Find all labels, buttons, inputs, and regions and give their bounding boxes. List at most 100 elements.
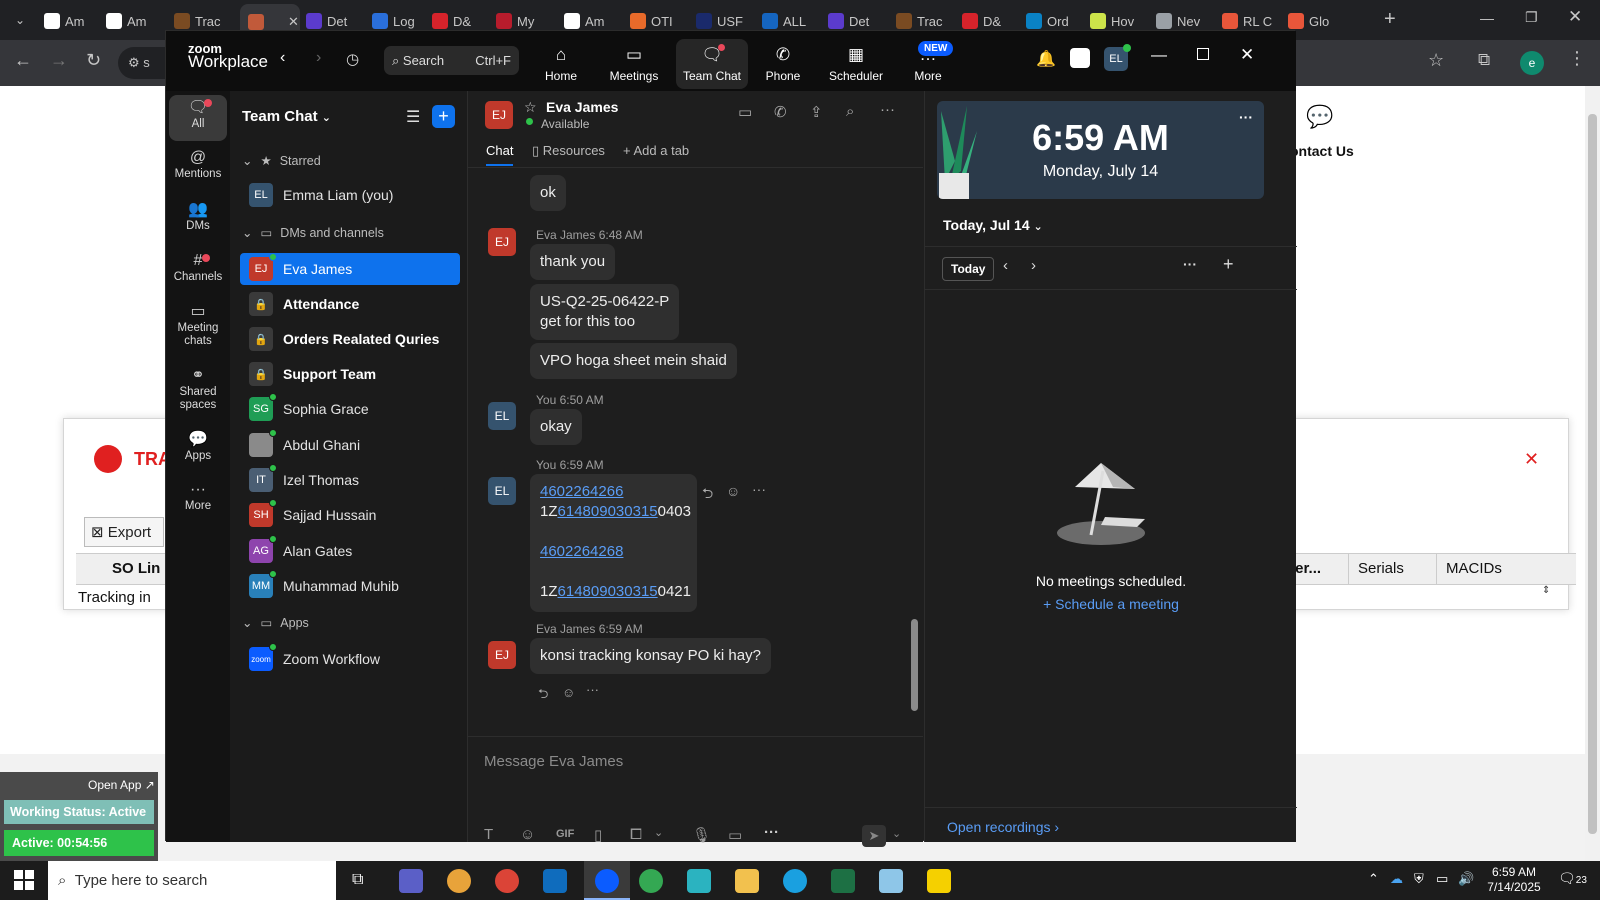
- today-button[interactable]: Today: [942, 257, 995, 281]
- sidebar-item-sophia-grace[interactable]: SG Sophia Grace: [240, 393, 460, 425]
- volume-icon[interactable]: 🔊: [1458, 871, 1474, 887]
- sticky-notes-icon[interactable]: [927, 869, 951, 893]
- search-box[interactable]: ⌕ Search Ctrl+F: [384, 46, 519, 75]
- rail-shared-spaces[interactable]: ⚭ Shared spaces: [166, 368, 230, 412]
- zoom-taskbar-item[interactable]: [584, 861, 630, 900]
- sidebar-item-abdul-ghani[interactable]: Abdul Ghani: [240, 429, 460, 461]
- message-bubble[interactable]: konsi tracking konsay PO ki hay?: [530, 638, 771, 674]
- sidebar-item-zoom-workflow[interactable]: zoom Zoom Workflow: [240, 643, 460, 675]
- rail-dms[interactable]: 👥 DMs: [166, 202, 230, 233]
- section-starred[interactable]: ⌄ ★ Starred: [242, 153, 321, 169]
- task-view-icon[interactable]: ⧉: [352, 871, 363, 889]
- close-icon[interactable]: ✕: [1240, 45, 1254, 65]
- new-chat-button[interactable]: +: [432, 105, 455, 128]
- file-icon[interactable]: ▯: [594, 826, 602, 844]
- security-icon[interactable]: ⛨: [1414, 871, 1424, 887]
- tab-search-icon[interactable]: ⌄: [10, 10, 30, 30]
- chrome-icon[interactable]: [447, 869, 471, 893]
- more-options-icon[interactable]: ···: [764, 824, 779, 841]
- gift-icon[interactable]: [1070, 48, 1090, 68]
- rail-meeting-chats[interactable]: ▭ Meeting chats: [166, 304, 230, 348]
- sidebar-item-sajjad-hussain[interactable]: SH Sajjad Hussain: [240, 499, 460, 531]
- chrome-profile-icon[interactable]: [495, 869, 519, 893]
- message-bubble[interactable]: 4602264266 1Z6148090303150403 4602264268…: [530, 474, 697, 612]
- extensions-icon[interactable]: ⧉: [1478, 50, 1490, 70]
- rail-all[interactable]: 🗨 All: [169, 95, 227, 141]
- message-bubble[interactable]: thank you: [530, 244, 616, 280]
- sidebar-item-eva-james[interactable]: EJ Eva James: [240, 253, 460, 285]
- contact-name[interactable]: Eva James: [546, 99, 618, 115]
- taskbar-clock[interactable]: 6:59 AM 7/14/2025: [1482, 865, 1546, 895]
- emoji-react-icon[interactable]: ☺: [726, 483, 740, 499]
- site-info-icon[interactable]: ⚙: [128, 55, 140, 70]
- maximize-icon[interactable]: [1197, 48, 1209, 60]
- rail-channels[interactable]: # Channels: [166, 253, 230, 284]
- browser-menu-icon[interactable]: ⋮: [1568, 48, 1586, 69]
- reply-icon[interactable]: ⮌: [702, 483, 713, 507]
- profile-avatar[interactable]: e: [1520, 51, 1544, 75]
- reply-icon[interactable]: ⮌: [538, 685, 548, 707]
- contact-avatar[interactable]: EJ: [485, 101, 513, 129]
- nav-scheduler[interactable]: ▦ Scheduler: [820, 45, 892, 83]
- tray-chevron-icon[interactable]: ⌃: [1368, 871, 1379, 887]
- dialog-close-icon[interactable]: ✕: [1524, 449, 1539, 470]
- po-link[interactable]: 4602264268: [540, 543, 623, 560]
- sidebar-item-orders[interactable]: 🔒 Orders Realated Quries: [240, 323, 460, 355]
- share-screen-icon[interactable]: ⇪: [810, 103, 823, 121]
- sender-avatar[interactable]: EL: [488, 477, 516, 505]
- bell-icon[interactable]: 🔔: [1036, 49, 1056, 69]
- network-icon[interactable]: ▭: [1436, 871, 1448, 887]
- gif-icon[interactable]: GIF: [556, 828, 574, 840]
- screenshot-icon[interactable]: ⧠: [630, 826, 642, 843]
- sidebar-item-support-team[interactable]: 🔒 Support Team: [240, 358, 460, 390]
- filter-icon[interactable]: ☰: [406, 107, 420, 127]
- back-arrow-icon[interactable]: ‹: [280, 49, 285, 67]
- tab-chat[interactable]: Chat: [486, 143, 514, 166]
- notifications-icon[interactable]: 🗨23: [1558, 870, 1587, 887]
- back-icon[interactable]: ←: [14, 50, 32, 71]
- emoji-react-icon[interactable]: ☺: [562, 685, 575, 700]
- chrome-alt-icon[interactable]: [639, 869, 663, 893]
- minimize-icon[interactable]: —: [1151, 47, 1167, 65]
- new-tab-icon[interactable]: +: [1384, 8, 1396, 31]
- nav-meetings[interactable]: ▭ Meetings: [598, 45, 670, 83]
- sidebar-item-attendance[interactable]: 🔒 Attendance: [240, 288, 460, 320]
- microphone-icon[interactable]: 🎙: [692, 826, 711, 844]
- export-button[interactable]: ⊠ Export: [84, 517, 164, 547]
- browser-tab[interactable]: Glo: [1288, 6, 1346, 36]
- message-more-icon[interactable]: ···: [752, 481, 766, 497]
- forward-icon[interactable]: →: [50, 50, 68, 71]
- nav-home[interactable]: ⌂ Home: [525, 45, 597, 83]
- message-bubble[interactable]: US-Q2-25-06422-P get for this too: [530, 284, 680, 340]
- contact-us-link[interactable]: ontact Us: [1290, 143, 1354, 159]
- taskbar-search[interactable]: ⌕ Type here to search: [48, 861, 336, 900]
- tracking-link[interactable]: 614809030315: [558, 503, 658, 520]
- emoji-icon[interactable]: ☺: [520, 826, 535, 843]
- chevron-down-icon[interactable]: ⌄: [654, 826, 663, 839]
- sidebar-item-alan-gates[interactable]: AG Alan Gates: [240, 535, 460, 567]
- sidebar-item-izel-thomas[interactable]: IT Izel Thomas: [240, 464, 460, 496]
- tab-add[interactable]: + Add a tab: [623, 143, 689, 158]
- sidebar-title[interactable]: Team Chat ⌄: [242, 108, 331, 125]
- section-apps[interactable]: ⌄ ▭ Apps: [242, 615, 309, 631]
- sidebar-item-muhammad-muhib[interactable]: MM Muhammad Muhib: [240, 570, 460, 602]
- video-call-icon[interactable]: ▭: [738, 103, 752, 121]
- onedrive-icon[interactable]: ☁: [1390, 871, 1403, 887]
- message-bubble[interactable]: ok: [530, 175, 566, 211]
- table-scroll-icon[interactable]: ⇕: [1542, 585, 1550, 596]
- tracking-link[interactable]: 614809030315: [558, 583, 658, 600]
- sender-avatar[interactable]: EL: [488, 402, 516, 430]
- browser-tab[interactable]: Am: [106, 6, 164, 36]
- next-day-icon[interactable]: ›: [1031, 257, 1036, 274]
- app-icon[interactable]: [687, 869, 711, 893]
- open-recordings-link[interactable]: Open recordings ›: [947, 819, 1059, 835]
- sender-avatar[interactable]: EJ: [488, 641, 516, 669]
- close-browser-icon[interactable]: ✕: [1568, 7, 1582, 27]
- star-icon[interactable]: ☆: [524, 99, 537, 116]
- schedule-meeting-link[interactable]: + Schedule a meeting: [925, 596, 1297, 612]
- widget-more-icon[interactable]: ···: [1239, 109, 1253, 125]
- text-format-icon[interactable]: T: [484, 826, 493, 843]
- excel-icon[interactable]: [831, 869, 855, 893]
- close-tab-icon[interactable]: ✕: [288, 14, 299, 30]
- section-dms-channels[interactable]: ⌄ ▭ DMs and channels: [242, 225, 384, 241]
